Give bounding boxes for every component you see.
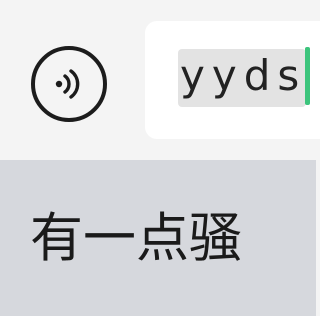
text-caret [305,47,310,105]
text-input-field[interactable]: yyds [145,21,320,139]
composing-text-highlight: yyds [178,49,307,107]
candidate-bar: 有一点骚 [0,160,316,316]
voice-wave-icon [55,69,80,99]
composing-text: yyds [180,51,307,100]
keyboard-input-panel: yyds 有一点骚 [0,0,320,316]
input-bar: yyds [0,0,320,160]
voice-input-button[interactable] [31,46,107,122]
candidate-word[interactable]: 有一点骚 [30,212,242,265]
